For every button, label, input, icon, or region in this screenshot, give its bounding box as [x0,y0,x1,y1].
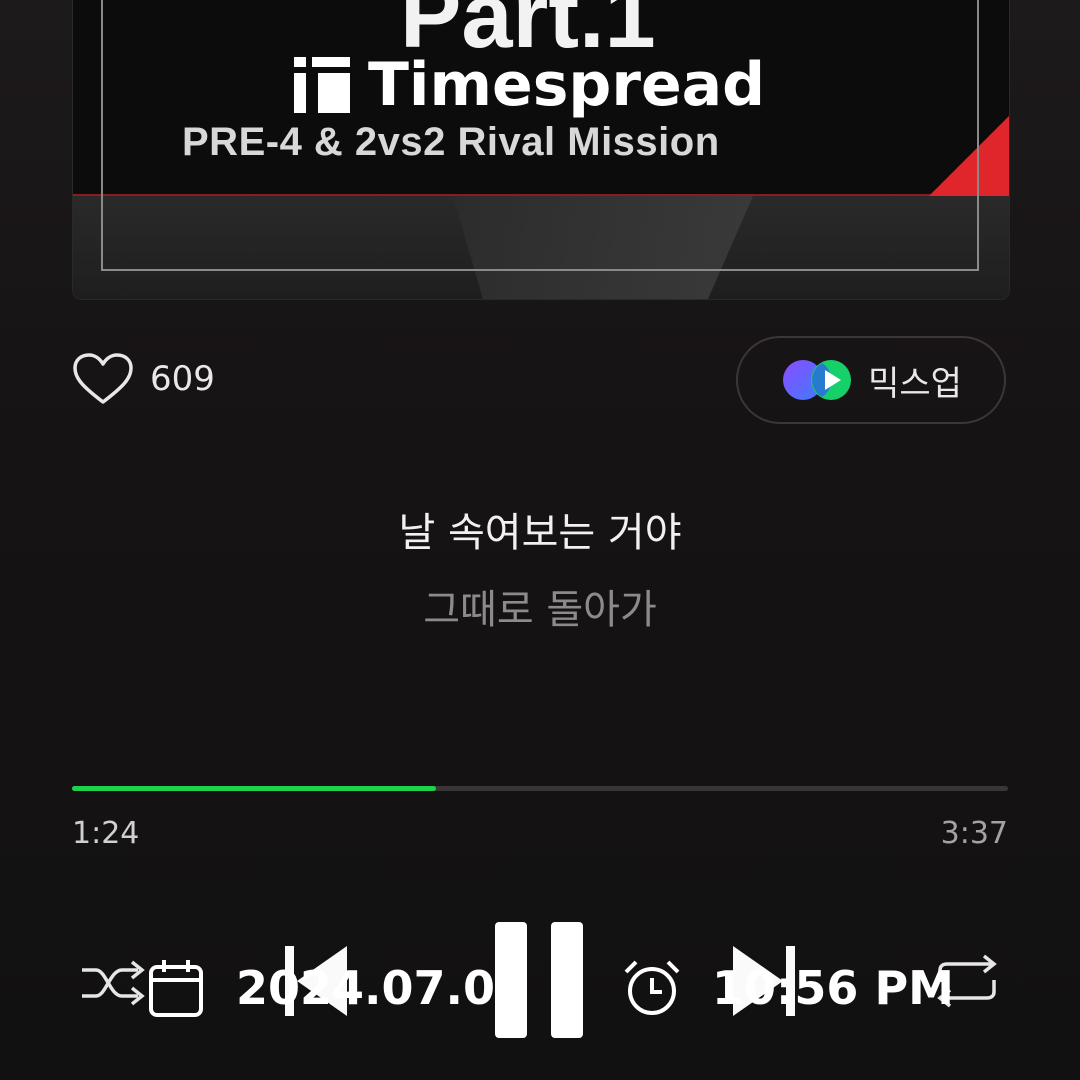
shuffle-icon[interactable] [80,958,148,1008]
like-count: 609 [150,359,215,399]
seek-bar[interactable] [72,786,1008,791]
overlay-date: 2024.07.04 [148,958,527,1018]
overlay-date-text: 2024.07.04 [236,961,528,1015]
watermark-logo-icon [292,57,350,113]
mixup-icon [783,360,852,400]
total-time: 3:37 [940,816,1008,851]
lyric-next-line[interactable]: 그때로 돌아가 [0,577,1080,635]
elapsed-time: 1:24 [72,816,140,851]
watermark-label: Timespread [368,50,766,120]
album-art-subtitle: PRE-4 & 2vs2 Rival Mission [182,120,720,164]
mixup-label: 믹스업 [868,363,962,404]
overlay-time: 10:56 PM [622,958,954,1018]
overlay-time-text: 10:56 PM [712,961,954,1015]
watermark: Timespread [292,50,765,120]
seek-bar-fill [72,786,437,791]
calendar-icon [149,960,203,1017]
like-button[interactable]: 609 [72,352,215,406]
alarm-clock-icon [624,960,680,1015]
heart-icon [73,353,133,404]
mixup-button[interactable]: 믹스업 [736,336,1006,424]
lyric-current-line[interactable]: 날 속여보는 거야 [0,500,1080,558]
